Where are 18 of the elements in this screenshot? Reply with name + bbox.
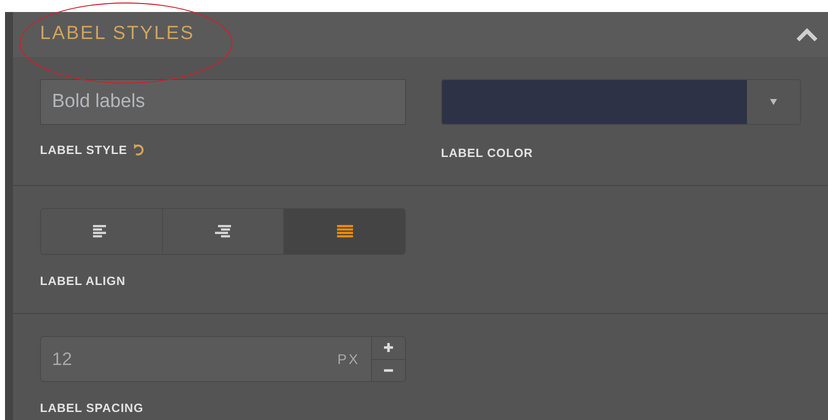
field-label: LABEL STYLE: [40, 142, 128, 159]
label-color-dropdown[interactable]: [441, 79, 801, 125]
section-title: LABEL STYLES: [40, 22, 195, 46]
field-value: 12: [52, 348, 72, 370]
field-label: LABEL SPACING: [40, 401, 144, 415]
collapse-chevron-icon[interactable]: [796, 28, 818, 42]
label-spacing-field[interactable]: 12 PX: [40, 336, 372, 382]
minus-icon: [384, 368, 393, 372]
reset-icon[interactable]: [133, 144, 146, 156]
plus-icon: [384, 343, 393, 352]
align-justify-button[interactable]: [283, 209, 405, 254]
unit-label: PX: [337, 350, 360, 368]
dropdown-arrow-icon: [770, 99, 777, 105]
field-label: LABEL COLOR: [441, 146, 533, 160]
right-align-icon: [215, 225, 231, 238]
field-label: LABEL ALIGN: [40, 274, 126, 288]
justify-align-icon: [336, 225, 353, 238]
label-style-field[interactable]: Bold labels: [40, 79, 406, 125]
